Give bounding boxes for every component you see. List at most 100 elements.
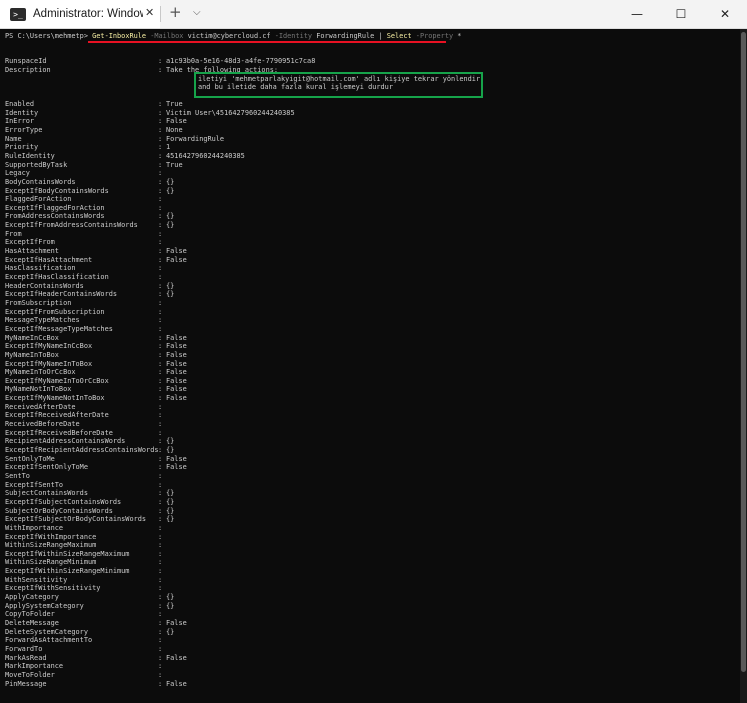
maximize-button[interactable]: ☐ [659, 0, 703, 28]
property-name: Name [5, 134, 22, 143]
pipe-symbol: | [374, 32, 387, 40]
property-separator: : [158, 515, 163, 524]
property-name: FromAddressContainsWords [5, 212, 105, 221]
property-separator: : [158, 471, 163, 480]
property-value: False [166, 333, 187, 342]
property-name: ExceptIfHasClassification [5, 273, 109, 281]
property-value: {} [166, 437, 175, 446]
property-value: False [166, 454, 187, 463]
property-separator: : [158, 480, 163, 489]
property-separator: : [158, 610, 163, 619]
property-value: {} [166, 290, 175, 299]
property-name: ExceptIfWithinSizeRangeMaximum [5, 549, 130, 558]
property-value: 1 [166, 143, 171, 152]
property-separator: : [158, 376, 163, 385]
property-value: {} [166, 489, 175, 498]
property-separator: : [158, 644, 163, 653]
property-separator: : [158, 100, 163, 108]
property-separator: : [158, 636, 163, 645]
property-separator: : [158, 134, 163, 143]
property-name: Legacy [5, 169, 30, 178]
property-name: ExceptIfSentOnlyToMe [5, 463, 88, 472]
new-tab-button[interactable]: + [169, 3, 182, 21]
property-separator: : [158, 186, 163, 195]
property-separator: : [158, 506, 163, 515]
property-separator: : [158, 489, 163, 498]
property-separator: : [158, 541, 163, 550]
minimize-button[interactable]: — [615, 0, 659, 28]
tab-title: Administrator: Windows PowerS [33, 8, 143, 20]
property-value: None [166, 125, 183, 134]
property-separator: : [158, 437, 163, 446]
scrollbar-thumb[interactable] [741, 32, 746, 672]
property-name: WithSensitivity [5, 575, 68, 584]
property-name: ExceptIfWithImportance [5, 532, 97, 541]
terminal-output[interactable]: PS C:\Users\mehmetp> Get-InboxRule -Mail… [0, 29, 740, 703]
property-name: ReceivedBeforeDate [5, 420, 80, 429]
property-name: ExceptIfFromAddressContainsWords [5, 221, 138, 230]
command-line: PS C:\Users\mehmetp> Get-InboxRule -Mail… [5, 32, 461, 40]
property-value: True [166, 160, 183, 169]
property-name: Enabled [5, 100, 35, 108]
property-separator: : [158, 627, 163, 636]
property-separator: : [158, 273, 163, 281]
prompt-path: PS C:\Users\mehmetp> [5, 32, 93, 40]
property-name: WithinSizeRangeMaximum [5, 541, 97, 550]
property-name: SubjectOrBodyContainsWords [5, 506, 113, 515]
property-name: ExceptIfMyNameNotInToBox [5, 394, 105, 403]
property-value: {} [166, 177, 175, 186]
property-separator: : [158, 255, 163, 264]
property-name: BodyContainsWords [5, 177, 76, 186]
property-separator: : [158, 428, 163, 437]
property-separator: : [158, 385, 163, 394]
property-separator: : [158, 567, 163, 576]
property-separator: : [158, 523, 163, 532]
property-name: SentTo [5, 471, 30, 480]
property-name: CopyToFolder [5, 610, 55, 619]
property-separator: : [158, 653, 163, 662]
terminal-tab[interactable]: >_ Administrator: Windows PowerS ✕ [0, 0, 160, 28]
chevron-down-icon[interactable]: ⌵ [193, 7, 201, 18]
property-name: ExceptIfMyNameInToOrCcBox [5, 376, 109, 385]
property-value: {} [166, 497, 175, 506]
property-name: ExceptIfMyNameInToBox [5, 359, 93, 368]
property-name: ExceptIfRecipientAddressContainsWords [5, 446, 159, 454]
property-separator: : [158, 670, 163, 679]
property-value: False [166, 679, 187, 688]
property-separator: : [158, 143, 163, 152]
property-separator: : [158, 229, 163, 238]
property-value: False [166, 117, 187, 126]
property-value: ForwardingRule [166, 134, 225, 143]
property-separator: : [158, 601, 163, 610]
property-value: True [166, 100, 183, 108]
property-name: Priority [5, 143, 39, 152]
property-value: False [166, 385, 187, 394]
close-window-button[interactable]: ✕ [703, 0, 747, 28]
property-name: MoveToFolder [5, 670, 55, 679]
property-name: ReceivedAfterDate [5, 402, 76, 411]
property-separator: : [158, 420, 163, 429]
property-separator: : [158, 575, 163, 584]
property-value: {} [166, 601, 175, 610]
property-name: ExceptIfMyNameInCcBox [5, 342, 93, 351]
property-separator: : [158, 342, 163, 351]
param-property: -Property [411, 32, 458, 40]
property-value: {} [166, 212, 175, 221]
property-name: ErrorType [5, 125, 43, 134]
property-name: MyNameInToOrCcBox [5, 368, 76, 377]
property-separator: : [158, 454, 163, 463]
property-name: MessageTypeMatches [5, 316, 80, 325]
property-name: RuleIdentity [5, 151, 55, 160]
property-name: RunspaceId [5, 57, 47, 65]
property-separator: : [158, 316, 163, 325]
property-separator: : [158, 307, 163, 316]
property-separator: : [158, 125, 163, 134]
property-separator: : [158, 169, 163, 178]
property-separator: : [158, 151, 163, 160]
property-name: ExceptIfBodyContainsWords [5, 186, 109, 195]
property-name: WithinSizeRangeMinimum [5, 558, 97, 567]
close-tab-icon[interactable]: ✕ [145, 6, 154, 19]
property-name: Identity [5, 108, 39, 117]
property-value: False [166, 463, 187, 472]
property-value: a1c93b0a-5e16-48d3-a4fe-7790951c7ca8 [166, 57, 316, 65]
